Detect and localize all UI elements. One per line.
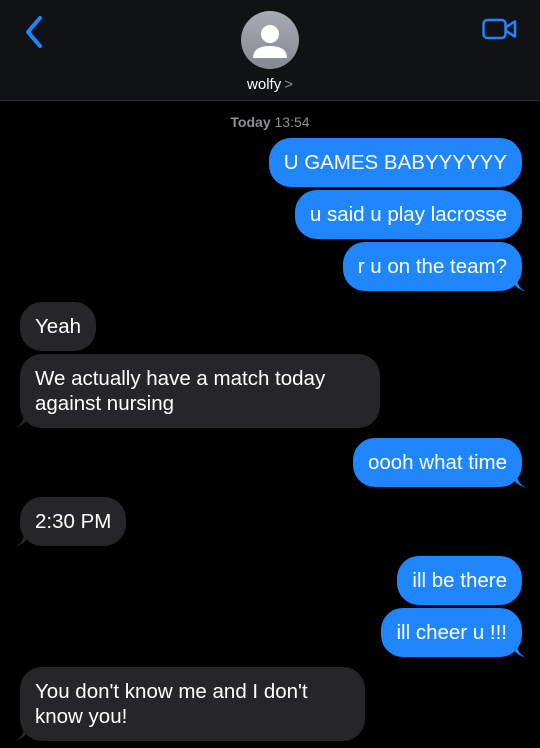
person-silhouette-icon xyxy=(253,25,287,58)
bubble-tail xyxy=(511,474,527,488)
message-bubble-incoming[interactable]: 2:30 PM xyxy=(20,497,127,546)
bubble-tail xyxy=(14,414,30,428)
facetime-video-button[interactable] xyxy=(480,14,520,44)
message-bubble-outgoing[interactable]: oooh what time xyxy=(352,438,522,487)
contact-avatar[interactable] xyxy=(241,11,299,69)
bubble-tail xyxy=(14,727,30,741)
imessage-conversation: wolfy > Today 13:54 U GAMES BABYYYYYY u s… xyxy=(0,0,540,748)
contact-name-button[interactable]: wolfy > xyxy=(0,76,540,93)
message-bubble-outgoing[interactable]: ill be there xyxy=(397,556,522,605)
timestamp-time: 13:54 xyxy=(274,114,310,130)
message-bubble-incoming[interactable]: We actually have a match today against n… xyxy=(20,354,380,428)
message-bubble-outgoing[interactable]: ill cheer u !!! xyxy=(381,608,522,657)
message-timestamp: Today 13:54 xyxy=(0,114,540,130)
back-button[interactable] xyxy=(14,12,54,52)
message-bubble-incoming[interactable]: You don't know me and I don't know you! xyxy=(20,667,365,741)
message-bubble-outgoing[interactable]: u said u play lacrosse xyxy=(294,190,522,239)
bubble-tail xyxy=(14,533,30,547)
timestamp-day: Today xyxy=(230,114,271,130)
conversation-header: wolfy > xyxy=(0,0,540,101)
chevron-left-icon xyxy=(26,16,42,48)
bubble-tail xyxy=(511,278,527,292)
chevron-right-icon: > xyxy=(284,76,293,93)
bubble-tail xyxy=(511,644,527,658)
message-bubble-outgoing[interactable]: r u on the team? xyxy=(342,242,522,291)
message-bubble-outgoing[interactable]: U GAMES BABYYYYYY xyxy=(268,138,522,187)
message-bubble-incoming[interactable]: Yeah xyxy=(20,302,96,351)
contact-name: wolfy xyxy=(247,76,282,93)
video-camera-icon xyxy=(482,18,517,40)
